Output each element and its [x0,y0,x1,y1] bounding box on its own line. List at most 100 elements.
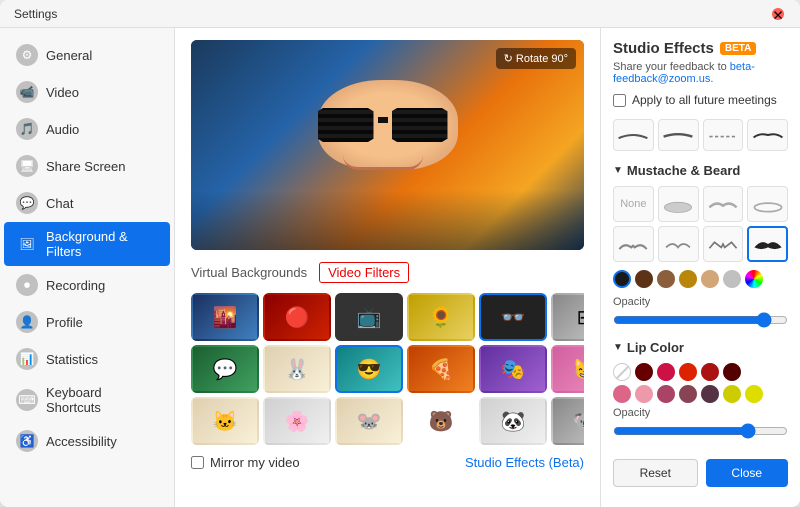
lip-color-row1-3[interactable] [679,363,697,381]
window-close-button[interactable]: ✕ [772,8,784,20]
mustache-option-1[interactable] [658,186,699,222]
rotate-button[interactable]: ↻ Rotate 90° [496,48,576,69]
filter-grid: 🌇🔴📺🌻👓⊞🏅💬🐰😎🍕🎭😸🦌🐱🌸🐭🐻🐼🐨🎄 [191,293,584,445]
sidebar-item-audio[interactable]: 🎵 Audio [4,111,170,147]
mustache-color-4[interactable] [701,270,719,288]
sidebar-item-video[interactable]: 📹 Video [4,74,170,110]
mustache-color-1[interactable] [635,270,653,288]
sidebar-icon-general: ⚙ [16,44,38,66]
mustache-color-5[interactable] [723,270,741,288]
sidebar-item-recording[interactable]: ⏺ Recording [4,267,170,303]
mustache-color-2[interactable] [657,270,675,288]
lip-color-row2-3[interactable] [679,385,697,403]
mustache-color-0[interactable] [613,270,631,288]
sidebar-label-keyboard-shortcuts: Keyboard Shortcuts [46,385,158,415]
footer-row: Mirror my video Studio Effects (Beta) [191,455,584,470]
video-preview [191,40,584,250]
filter-item-15[interactable]: 🐱 [191,397,259,445]
brow-option-4[interactable] [747,119,788,151]
reset-button[interactable]: Reset [613,459,698,487]
mustache-option-selected[interactable] [747,226,788,262]
filter-item-13[interactable]: 😸 [551,345,584,393]
mustache-option-5[interactable] [658,226,699,262]
filter-item-1[interactable]: 🌇 [191,293,259,341]
sidebar-item-share-screen[interactable]: 🖥 Share Screen [4,148,170,184]
brow-option-3[interactable] [703,119,744,151]
filter-item-5[interactable]: 👓 [479,293,547,341]
mustache-section-header[interactable]: ▼ Mustache & Beard [613,163,788,178]
brow-option-2[interactable] [658,119,699,151]
mirror-video-label[interactable]: Mirror my video [191,455,300,470]
lip-color-row1-4[interactable] [701,363,719,381]
lip-color-row1-5[interactable] [723,363,741,381]
filter-item-20[interactable]: 🐨 [551,397,584,445]
lip-color-row1-2[interactable] [657,363,675,381]
close-panel-button[interactable]: Close [706,459,789,487]
sidebar-item-profile[interactable]: 👤 Profile [4,304,170,340]
apply-future-meetings-checkbox[interactable] [613,94,626,107]
lip-color-row2-5[interactable] [723,385,741,403]
eyebrow-grid [613,119,788,151]
mustache-color-3[interactable] [679,270,697,288]
sidebar-item-general[interactable]: ⚙ General [4,37,170,73]
filter-item-17[interactable]: 🐭 [335,397,403,445]
sidebar-item-keyboard-shortcuts[interactable]: ⌨ Keyboard Shortcuts [4,378,170,422]
filter-item-4[interactable]: 🌻 [407,293,475,341]
center-panel: ↻ Rotate 90° Virtual Backgrounds Video F… [175,28,600,507]
lip-color-row2-0[interactable] [613,385,631,403]
tab-virtual-backgrounds[interactable]: Virtual Backgrounds [191,265,307,280]
filter-item-3[interactable]: 📺 [335,293,403,341]
sidebar-item-chat[interactable]: 💬 Chat [4,185,170,221]
mustache-opacity-slider[interactable] [613,312,788,328]
filter-item-9[interactable]: 🐰 [263,345,331,393]
mustache-grid: None [613,186,788,262]
main-content: ⚙ General 📹 Video 🎵 Audio 🖥 Share Screen… [0,28,800,507]
filter-item-6[interactable]: ⊞ [551,293,584,341]
lip-color-none[interactable] [613,363,631,381]
apply-future-meetings-label[interactable]: Apply to all future meetings [613,93,788,107]
sidebar-label-background-filters: Background & Filters [46,229,158,259]
mustache-option-4[interactable] [613,226,654,262]
filter-item-11[interactable]: 🍕 [407,345,475,393]
sidebar-label-audio: Audio [46,122,79,137]
tab-video-filters[interactable]: Video Filters [319,262,409,283]
lip-color-row2-2[interactable] [657,385,675,403]
lip-color-row2-1[interactable] [635,385,653,403]
lip-color-section-label: Lip Color [627,340,684,355]
sidebar-icon-statistics: 📊 [16,348,38,370]
sidebar-icon-profile: 👤 [16,311,38,333]
sidebar-label-accessibility: Accessibility [46,434,117,449]
mustache-option-6[interactable] [703,226,744,262]
mirror-video-text: Mirror my video [210,455,300,470]
brow-option-1[interactable] [613,119,654,151]
filter-item-2[interactable]: 🔴 [263,293,331,341]
sidebar-icon-background-filters: 🖼 [16,233,38,255]
action-buttons: Reset Close [613,459,788,487]
lip-chevron-icon: ▼ [613,342,623,353]
lip-color-yellow[interactable] [745,385,763,403]
filter-item-18[interactable]: 🐻 [407,397,475,445]
filter-item-10[interactable]: 😎 [335,345,403,393]
sidebar-item-accessibility[interactable]: ♿ Accessibility [4,423,170,459]
mustache-option-2[interactable] [703,186,744,222]
mirror-video-checkbox[interactable] [191,456,204,469]
sidebar-icon-audio: 🎵 [16,118,38,140]
filter-item-16[interactable]: 🌸 [263,397,331,445]
mustache-rainbow-swatch[interactable] [745,270,763,288]
filter-item-8[interactable]: 💬 [191,345,259,393]
lip-opacity-slider[interactable] [613,423,788,439]
sidebar-icon-recording: ⏺ [16,274,38,296]
lip-color-section-header[interactable]: ▼ Lip Color [613,340,788,355]
mustache-none[interactable]: None [613,186,654,222]
mustache-option-3[interactable] [747,186,788,222]
filter-item-19[interactable]: 🐼 [479,397,547,445]
studio-effects-link[interactable]: Studio Effects (Beta) [465,455,584,470]
sidebar-icon-accessibility: ♿ [16,430,38,452]
lip-color-row1-1[interactable] [635,363,653,381]
lip-color-row2-4[interactable] [701,385,719,403]
sidebar-icon-video: 📹 [16,81,38,103]
sidebar-item-statistics[interactable]: 📊 Statistics [4,341,170,377]
sidebar-item-background-filters[interactable]: 🖼 Background & Filters [4,222,170,266]
filter-item-12[interactable]: 🎭 [479,345,547,393]
apply-future-meetings-text: Apply to all future meetings [632,93,777,107]
